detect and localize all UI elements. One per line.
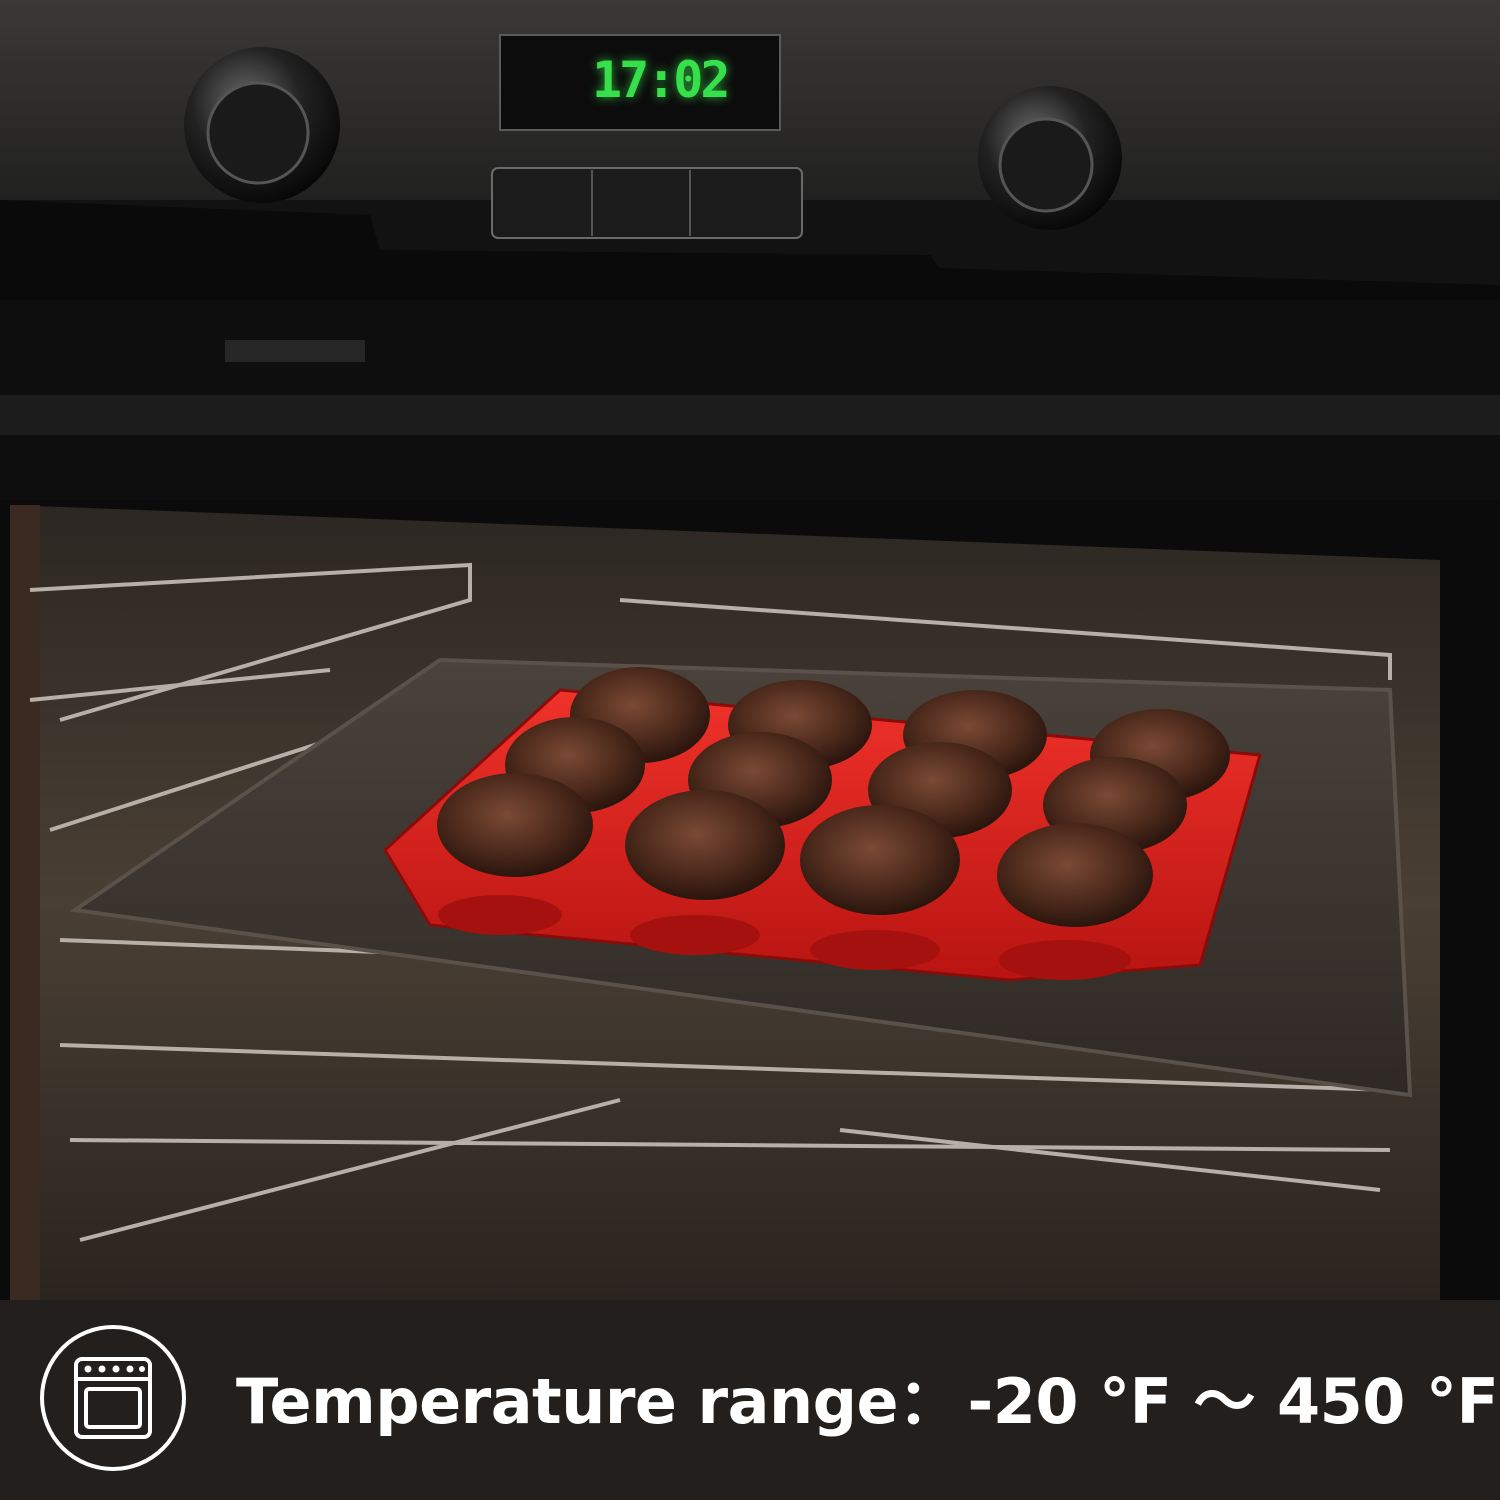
temperature-max: 450 °F (1277, 1365, 1499, 1438)
product-photo: 17:02 Temperature range： -20 °F ～ 450 °F (0, 0, 1500, 1500)
range-mark: ～ (1193, 1365, 1256, 1438)
left-knob (184, 47, 340, 203)
oven-icon (74, 1357, 152, 1439)
temperature-min: -20 °F (967, 1365, 1172, 1438)
oven-icon-badge (40, 1325, 186, 1471)
right-knob (978, 86, 1122, 230)
oven-scene (0, 0, 1500, 1300)
temperature-caption: Temperature range： -20 °F ～ 450 °F (236, 1362, 1499, 1442)
caption-separator: ： (898, 1365, 960, 1438)
temperature-banner: Temperature range： -20 °F ～ 450 °F (0, 1300, 1500, 1500)
oven-clock-display: 17:02 (592, 51, 731, 109)
caption-label: Temperature range (236, 1365, 899, 1438)
